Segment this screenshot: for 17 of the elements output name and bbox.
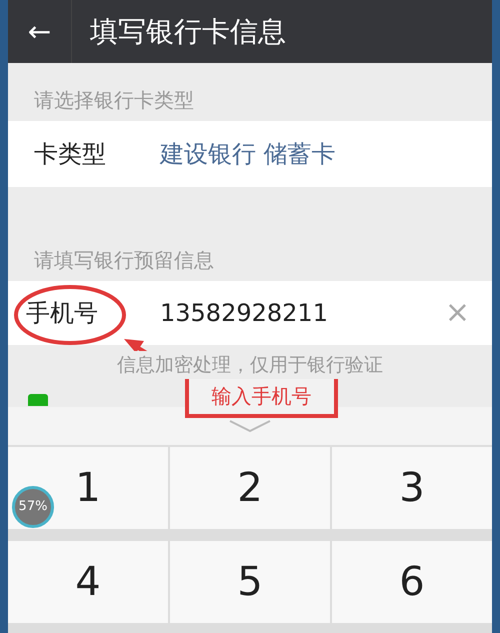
back-button[interactable]: ← [8, 0, 72, 63]
field-value: 建设银行 储蓄卡 [160, 139, 336, 170]
field-label: 手机号 [26, 298, 99, 329]
chevron-down-icon[interactable] [228, 419, 272, 433]
key[interactable]: 2 [170, 447, 330, 529]
field-label: 卡类型 [34, 139, 107, 170]
key[interactable]: 3 [332, 447, 492, 529]
key[interactable]: 5 [170, 541, 330, 623]
page-title: 填写银行卡信息 [90, 14, 286, 50]
agree-checkbox[interactable] [28, 394, 48, 406]
section-label: 请选择银行卡类型 [34, 87, 194, 114]
card-type-row[interactable]: 卡类型 建设银行 储蓄卡 [8, 121, 492, 187]
hint-text: 信息加密处理，仅用于银行验证 [117, 350, 383, 380]
section-label: 请填写银行预留信息 [34, 247, 214, 274]
key[interactable]: 6 [332, 541, 492, 623]
phone-input[interactable]: 13582928211 [160, 295, 445, 331]
key[interactable]: 4 [8, 541, 168, 623]
